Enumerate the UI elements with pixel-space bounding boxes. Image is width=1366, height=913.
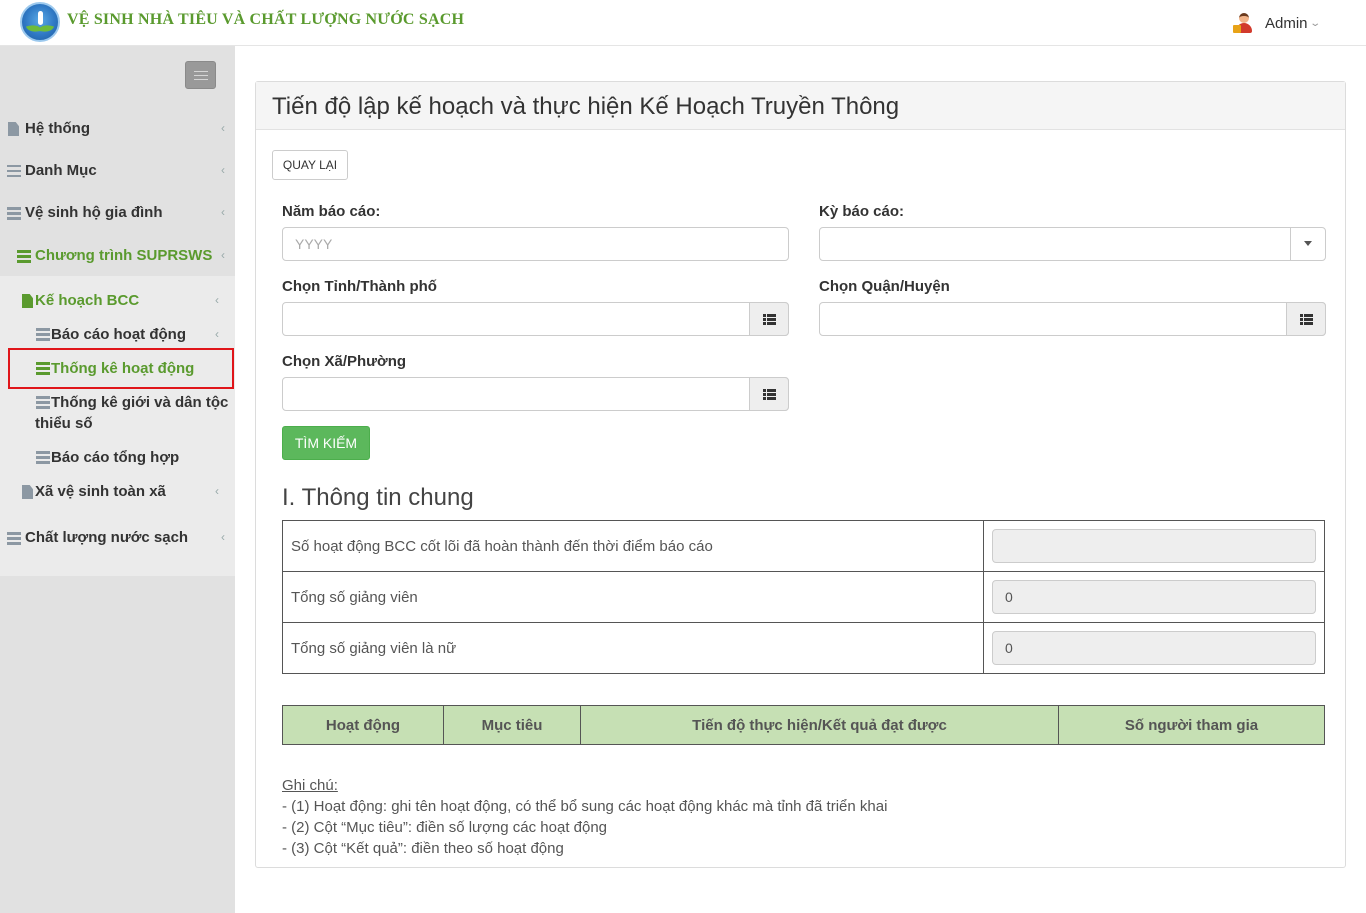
- year-input[interactable]: YYYY: [282, 227, 789, 261]
- sidebar-item-danh-muc[interactable]: Danh Mục ‹: [0, 162, 235, 186]
- stack-icon: [17, 250, 31, 263]
- note-line: - (2) Cột “Mục tiêu”: điền số lượng các …: [282, 819, 608, 836]
- panel-header: Tiến độ lập kế hoạch và thực hiện Kế Hoạ…: [256, 82, 1345, 130]
- notes-heading: Ghi chú:: [282, 777, 338, 794]
- chevron-left-icon: ‹: [221, 163, 225, 177]
- user-menu[interactable]: Admin ⌄: [1233, 12, 1321, 34]
- chevron-left-icon: ‹: [221, 121, 225, 135]
- table-header-row: Hoạt động Mục tiêu Tiến độ thực hiện/Kết…: [282, 705, 1325, 745]
- chevron-left-icon: ‹: [215, 293, 219, 307]
- stack-icon: [7, 207, 21, 220]
- province-label: Chọn Tỉnh/Thành phố: [282, 278, 437, 295]
- sidebar-item-bao-cao-hoat-dong[interactable]: Báo cáo hoạt động ‹: [0, 326, 235, 350]
- province-input[interactable]: [282, 302, 789, 336]
- top-header: VỆ SINH NHÀ TIÊU VÀ CHẤT LƯỢNG NƯỚC SẠCH…: [0, 0, 1366, 46]
- sidebar-item-xa-ve-sinh-toan-xa[interactable]: Xã vệ sinh toàn xã ‹: [0, 483, 235, 507]
- period-select[interactable]: [819, 227, 1326, 261]
- stack-icon: [36, 451, 50, 464]
- back-button[interactable]: QUAY LẠI: [272, 150, 348, 180]
- table-row: Số hoạt động BCC cốt lõi đã hoàn thành đ…: [282, 520, 1325, 572]
- info-question: Tổng số giảng viên là nữ: [282, 622, 984, 674]
- sidebar-item-ve-sinh-ho-gia-dinh[interactable]: Vệ sinh hộ gia đình ‹: [0, 204, 235, 228]
- sidebar-item-chat-luong-nuoc-sach[interactable]: Chất lượng nước sạch ‹: [0, 529, 235, 553]
- year-label: Năm báo cáo:: [282, 203, 381, 220]
- list-icon: [1300, 314, 1313, 325]
- section-title: I. Thông tin chung: [282, 484, 474, 511]
- note-line: - (3) Cột “Kết quả”: điền theo số hoạt đ…: [282, 840, 564, 857]
- search-button[interactable]: TÌM KIẾM: [282, 426, 370, 460]
- info-value-field[interactable]: 0: [992, 580, 1316, 614]
- column-header: Mục tiêu: [443, 705, 581, 745]
- sidebar: Hệ thống ‹ Danh Mục ‹ Vệ sinh hộ gia đìn…: [0, 46, 235, 913]
- sidebar-item-he-thong[interactable]: Hệ thống ‹: [0, 120, 235, 144]
- sidebar-item-bao-cao-tong-hop[interactable]: Báo cáo tổng hợp: [0, 449, 235, 473]
- chevron-left-icon: ‹: [221, 248, 225, 262]
- menu-toggle-button[interactable]: [185, 61, 216, 89]
- file-icon: [22, 294, 33, 308]
- info-question: Số hoạt động BCC cốt lõi đã hoàn thành đ…: [282, 520, 984, 572]
- stack-icon: [36, 396, 50, 409]
- column-header: Tiến độ thực hiện/Kết quả đạt được: [580, 705, 1059, 745]
- commune-list-button[interactable]: [749, 377, 789, 411]
- app-logo[interactable]: [20, 2, 60, 42]
- sidebar-item-thong-ke-gioi-va-dan-toc[interactable]: Thống kê giới và dân tộc thiểu số: [0, 394, 235, 438]
- info-value-field[interactable]: [992, 529, 1316, 563]
- district-input[interactable]: [819, 302, 1326, 336]
- file-icon: [8, 122, 19, 136]
- table-row: Tổng số giảng viên là nữ 0: [282, 622, 1325, 674]
- table-row: Tổng số giảng viên 0: [282, 571, 1325, 623]
- sidebar-item-ke-hoach-bcc[interactable]: Kế hoạch BCC ‹: [0, 292, 235, 316]
- chevron-down-icon: ⌄: [1308, 17, 1321, 29]
- province-list-button[interactable]: [749, 302, 789, 336]
- column-header: Hoạt động: [282, 705, 444, 745]
- caret-down-icon[interactable]: [1290, 227, 1326, 261]
- info-question: Tổng số giảng viên: [282, 571, 984, 623]
- notes: Ghi chú: - (1) Hoạt động: ghi tên hoạt đ…: [282, 775, 887, 859]
- list-icon: [763, 314, 776, 325]
- main-panel: Tiến độ lập kế hoạch và thực hiện Kế Hoạ…: [255, 81, 1346, 868]
- stack-icon: [7, 532, 21, 545]
- list-icon: [7, 165, 21, 177]
- column-header: Số người tham gia: [1058, 705, 1325, 745]
- general-info-table: Số hoạt động BCC cốt lõi đã hoàn thành đ…: [282, 520, 1325, 674]
- file-icon: [22, 485, 33, 499]
- chevron-left-icon: ‹: [221, 530, 225, 544]
- commune-input[interactable]: [282, 377, 789, 411]
- highlight-annotation: [8, 348, 234, 389]
- district-label: Chọn Quận/Huyện: [819, 278, 950, 295]
- year-placeholder: YYYY: [295, 236, 333, 252]
- page-title: Tiến độ lập kế hoạch và thực hiện Kế Hoạ…: [272, 93, 900, 120]
- sidebar-item-chuong-trinh-suprsws[interactable]: Chương trình SUPRSWS ‹: [0, 247, 235, 271]
- period-label: Kỳ báo cáo:: [819, 203, 905, 220]
- stack-icon: [36, 328, 50, 341]
- user-name: Admin: [1265, 14, 1308, 32]
- commune-label: Chọn Xã/Phường: [282, 353, 407, 370]
- district-list-button[interactable]: [1286, 302, 1326, 336]
- note-line: - (1) Hoạt động: ghi tên hoạt động, có t…: [282, 798, 888, 815]
- list-icon: [763, 389, 776, 400]
- info-value-field[interactable]: 0: [992, 631, 1316, 665]
- chevron-left-icon: ‹: [215, 484, 219, 498]
- activity-table: Hoạt động Mục tiêu Tiến độ thực hiện/Kết…: [282, 705, 1325, 745]
- chevron-left-icon: ‹: [215, 327, 219, 341]
- user-avatar-icon: [1233, 12, 1255, 34]
- app-title: VỆ SINH NHÀ TIÊU VÀ CHẤT LƯỢNG NƯỚC SẠCH: [67, 11, 465, 28]
- chevron-left-icon: ‹: [221, 205, 225, 219]
